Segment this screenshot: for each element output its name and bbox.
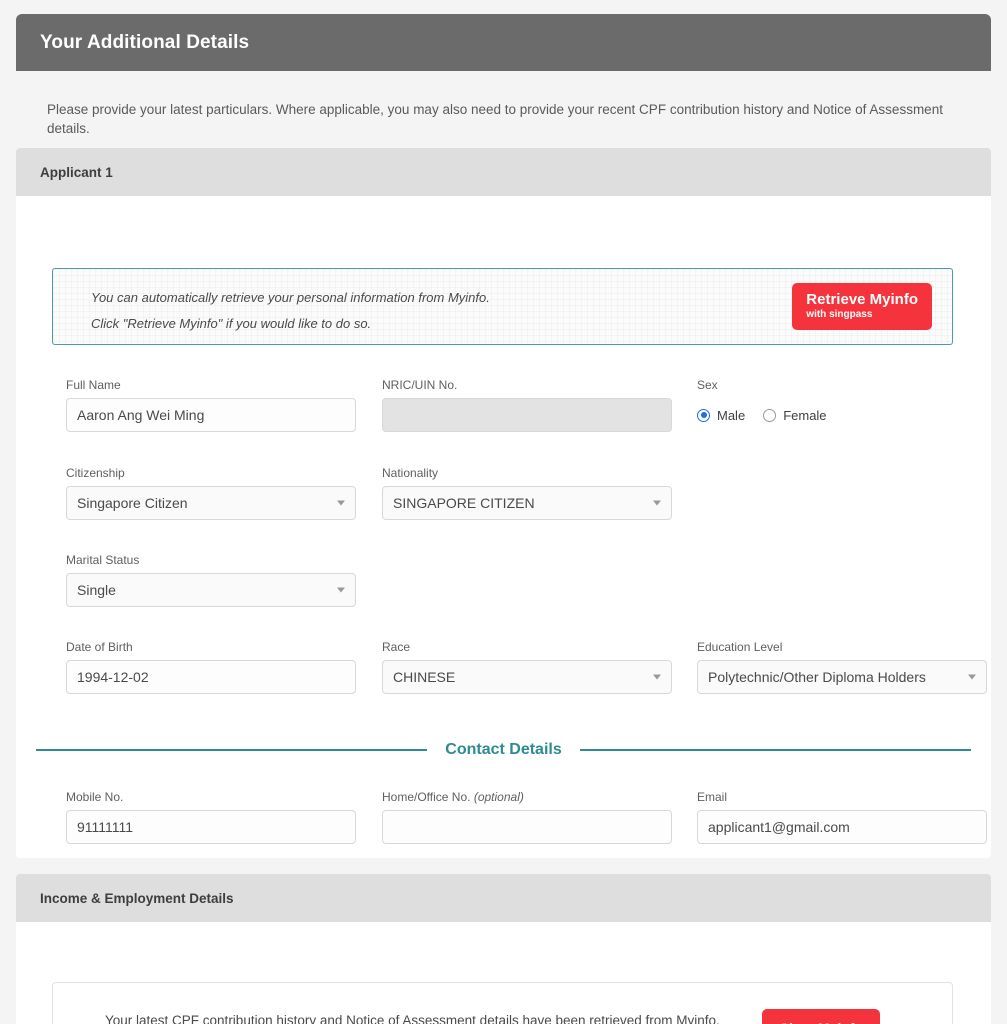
field-sex: Sex Male Female bbox=[697, 378, 987, 432]
retrieve-myinfo-button-label: Retrieve Myinfo bbox=[806, 291, 918, 308]
home-office-no-label: Home/Office No. (optional) bbox=[382, 790, 672, 804]
email-input[interactable] bbox=[697, 810, 987, 844]
income-card-header: Income & Employment Details bbox=[16, 874, 991, 922]
home-office-no-optional-tag: (optional) bbox=[473, 790, 524, 804]
mobile-no-input[interactable] bbox=[66, 810, 356, 844]
nric-input[interactable] bbox=[382, 398, 672, 432]
race-label: Race bbox=[382, 640, 411, 654]
field-email: Email bbox=[697, 790, 987, 844]
sex-option-female-label: Female bbox=[783, 407, 827, 423]
divider-line-left bbox=[36, 749, 428, 751]
field-mobile-no: Mobile No. bbox=[66, 790, 356, 844]
page-root: Your Additional Details Please provide y… bbox=[0, 0, 1007, 1024]
sex-option-male-label: Male bbox=[717, 407, 746, 423]
citizenship-value: Singapore Citizen bbox=[77, 495, 188, 511]
nationality-value: SINGAPORE CITIZEN bbox=[393, 495, 535, 511]
divider-line-right bbox=[579, 749, 971, 751]
sex-radio-group: Male Female bbox=[697, 398, 987, 432]
field-full-name: Full Name bbox=[66, 378, 356, 432]
home-office-no-input[interactable] bbox=[382, 810, 672, 844]
myinfo-banner-line-1: You can automatically retrieve your pers… bbox=[91, 290, 490, 305]
myinfo-retrieve-banner: You can automatically retrieve your pers… bbox=[52, 268, 953, 345]
education-level-value: Polytechnic/Other Diploma Holders bbox=[708, 669, 926, 685]
myinfo-banner-text: You can automatically retrieve your pers… bbox=[91, 285, 490, 337]
income-employment-card: Income & Employment Details Your latest … bbox=[16, 874, 991, 1024]
chevron-down-icon bbox=[337, 587, 345, 593]
nationality-select[interactable]: SINGAPORE CITIZEN bbox=[382, 486, 672, 520]
field-nationality: Nationality SINGAPORE CITIZEN bbox=[382, 466, 672, 520]
applicant-card-title: Applicant 1 bbox=[40, 164, 113, 180]
applicant-card: Applicant 1 You can automatically retrie… bbox=[16, 148, 991, 888]
marital-status-label: Marital Status bbox=[66, 553, 140, 567]
chevron-down-icon bbox=[337, 500, 345, 506]
date-of-birth-input[interactable] bbox=[66, 660, 356, 694]
field-nric: NRIC/UIN No. bbox=[382, 378, 672, 432]
contact-details-title: Contact Details bbox=[445, 741, 562, 758]
income-card-title: Income & Employment Details bbox=[40, 890, 234, 906]
field-citizenship: Citizenship Singapore Citizen bbox=[66, 466, 356, 520]
contact-details-divider: Contact Details bbox=[36, 741, 971, 759]
sex-label: Sex bbox=[697, 378, 718, 392]
radio-female-icon bbox=[763, 408, 777, 422]
page-header: Your Additional Details bbox=[16, 14, 991, 71]
income-banner-text: Your latest CPF contribution history and… bbox=[105, 1007, 720, 1024]
chevron-down-icon bbox=[968, 674, 976, 680]
myinfo-banner-line-2: Click "Retrieve Myinfo" if you would lik… bbox=[91, 316, 372, 331]
education-level-label: Education Level bbox=[697, 640, 783, 654]
citizenship-select[interactable]: Singapore Citizen bbox=[66, 486, 356, 520]
marital-status-value: Single bbox=[77, 582, 116, 598]
race-select[interactable]: CHINESE bbox=[382, 660, 672, 694]
education-level-select[interactable]: Polytechnic/Other Diploma Holders bbox=[697, 660, 987, 694]
retrieve-myinfo-button[interactable]: Retrieve Myinfo with singpass bbox=[792, 283, 932, 330]
field-education-level: Education Level Polytechnic/Other Diplom… bbox=[697, 640, 987, 694]
intro-text: Please provide your latest particulars. … bbox=[47, 102, 943, 136]
marital-status-select[interactable]: Single bbox=[66, 573, 356, 607]
clear-myinfo-banner: Your latest CPF contribution history and… bbox=[52, 982, 953, 1024]
sex-option-female[interactable]: Female bbox=[763, 407, 827, 423]
full-name-label: Full Name bbox=[66, 378, 121, 392]
home-office-no-label-text: Home/Office No. bbox=[382, 790, 471, 804]
chevron-down-icon bbox=[653, 674, 661, 680]
nationality-label: Nationality bbox=[382, 466, 439, 480]
field-marital-status: Marital Status Single bbox=[66, 553, 356, 607]
page-title: Your Additional Details bbox=[40, 31, 250, 53]
nric-label: NRIC/UIN No. bbox=[382, 378, 458, 392]
chevron-down-icon bbox=[653, 500, 661, 506]
full-name-input[interactable] bbox=[66, 398, 356, 432]
radio-male-icon bbox=[697, 408, 710, 422]
field-home-office-no: Home/Office No. (optional) bbox=[382, 790, 672, 844]
clear-myinfo-button[interactable]: Clear Myinfo bbox=[762, 1009, 881, 1024]
date-of-birth-label: Date of Birth bbox=[66, 640, 133, 654]
citizenship-label: Citizenship bbox=[66, 466, 125, 480]
mobile-no-label: Mobile No. bbox=[66, 790, 124, 804]
field-date-of-birth: Date of Birth bbox=[66, 640, 356, 694]
applicant-card-header: Applicant 1 bbox=[16, 148, 991, 196]
income-banner-line-1: Your latest CPF contribution history and… bbox=[105, 1013, 720, 1024]
retrieve-myinfo-button-sublabel: with singpass bbox=[806, 309, 873, 321]
sex-option-male[interactable]: Male bbox=[697, 408, 745, 423]
field-race: Race CHINESE bbox=[382, 640, 672, 694]
race-value: CHINESE bbox=[393, 669, 456, 685]
email-label: Email bbox=[697, 790, 728, 804]
